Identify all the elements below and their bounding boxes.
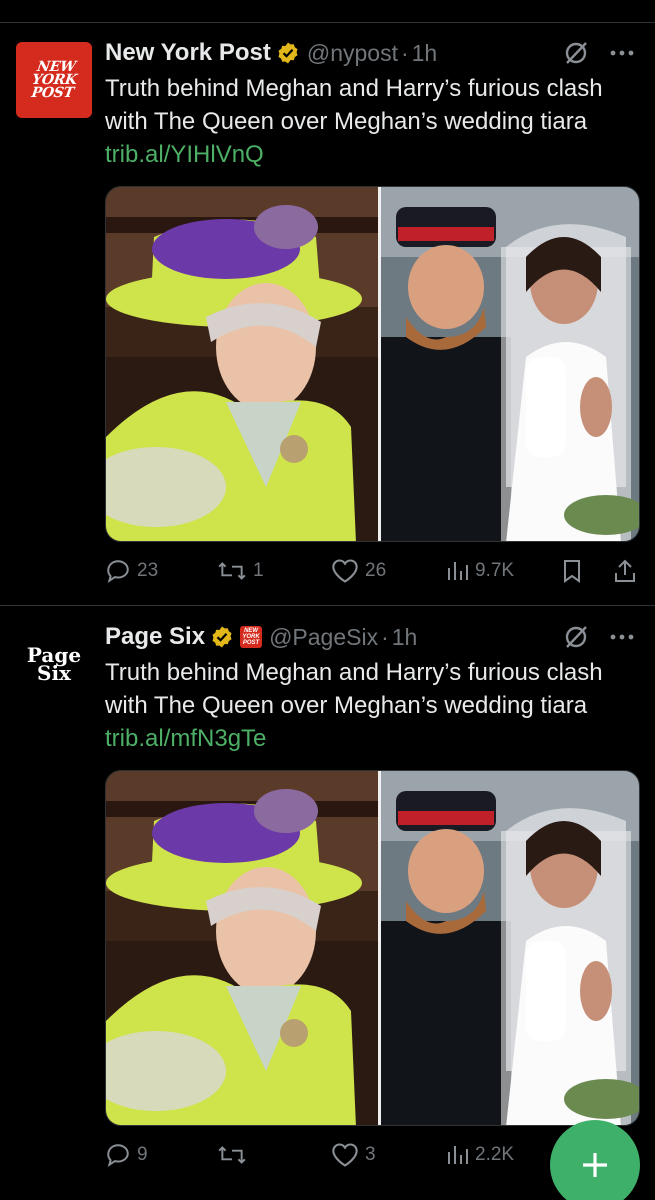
tweet-text: Truth behind Meghan and Harry’s furious … <box>105 72 643 171</box>
views-count: 9.7K <box>475 560 515 581</box>
views-icon <box>448 562 468 580</box>
tweet-link[interactable]: trib.al/YIHlVnQ <box>105 141 264 168</box>
retweet-button[interactable] <box>217 1142 253 1168</box>
author-name[interactable]: New York Post <box>105 39 271 67</box>
share-button[interactable] <box>613 558 637 584</box>
retweet-icon <box>218 1146 246 1164</box>
views-button[interactable]: 2.2K <box>445 1143 514 1167</box>
tweet-actions: 23 1 26 9.7K <box>105 554 640 588</box>
tweet-link[interactable]: trib.al/mfN3gTe <box>105 725 266 752</box>
compose-button[interactable] <box>550 1120 640 1200</box>
tweet-header: New York Post @nypost · 1h <box>105 36 635 70</box>
like-button[interactable]: 3 <box>331 1142 376 1168</box>
tweet-body: Truth behind Meghan and Harry’s furious … <box>105 659 603 719</box>
bookmark-icon <box>564 560 580 583</box>
author-handle[interactable]: @nypost <box>307 40 398 67</box>
like-icon <box>332 559 358 583</box>
media-photo-collage <box>106 771 639 1125</box>
grok-icon[interactable] <box>563 624 589 650</box>
views-button[interactable]: 9.7K <box>445 559 514 583</box>
views-icon <box>448 1146 468 1164</box>
separator-dot: · <box>400 39 409 66</box>
tweet-divider <box>0 605 655 606</box>
tweet-body: Truth behind Meghan and Harry’s furious … <box>105 75 603 135</box>
like-count: 26 <box>365 560 387 581</box>
more-icon[interactable] <box>609 49 635 57</box>
reply-icon <box>107 1144 129 1168</box>
nypost-logo: NEW YORK POST <box>30 58 78 101</box>
reply-button[interactable]: 9 <box>105 1142 148 1168</box>
like-button[interactable]: 26 <box>331 558 386 584</box>
retweet-icon <box>218 562 246 580</box>
bookmark-button[interactable] <box>560 558 584 584</box>
reply-icon <box>107 560 129 584</box>
share-icon <box>615 559 635 582</box>
tweet-media-image[interactable] <box>105 770 640 1126</box>
verified-badge-icon <box>212 626 232 648</box>
retweet-button[interactable]: 1 <box>217 558 264 584</box>
compose-icon <box>583 1153 607 1177</box>
views-count: 2.2K <box>475 1144 515 1165</box>
author-handle[interactable]: @PageSix <box>269 624 378 651</box>
reply-count: 9 <box>137 1144 148 1165</box>
timestamp[interactable]: 1h <box>412 40 438 67</box>
like-icon <box>332 1143 358 1167</box>
pagesix-logo: Page Six <box>26 643 82 685</box>
timestamp[interactable]: 1h <box>392 624 418 651</box>
top-divider <box>0 22 655 23</box>
reply-button[interactable]: 23 <box>105 558 158 584</box>
tweet-media-image[interactable] <box>105 186 640 542</box>
media-photo-collage <box>106 187 639 541</box>
reply-count: 23 <box>137 560 159 581</box>
like-count: 3 <box>365 1144 376 1165</box>
more-icon[interactable] <box>609 633 635 641</box>
avatar-nypost[interactable]: NEW YORK POST <box>16 42 92 118</box>
grok-icon[interactable] <box>563 40 589 66</box>
tweet-header: Page Six NEW YORK POST @PageSix · 1h <box>105 620 635 654</box>
verified-badge-icon <box>278 42 298 64</box>
avatar-pagesix[interactable]: Page Six <box>16 626 92 702</box>
tweet-text: Truth behind Meghan and Harry’s furious … <box>105 656 643 755</box>
affiliate-badge[interactable]: NEW YORK POST <box>240 626 263 648</box>
retweet-count: 1 <box>253 560 264 581</box>
author-name[interactable]: Page Six <box>105 623 205 651</box>
separator-dot: · <box>381 623 389 650</box>
